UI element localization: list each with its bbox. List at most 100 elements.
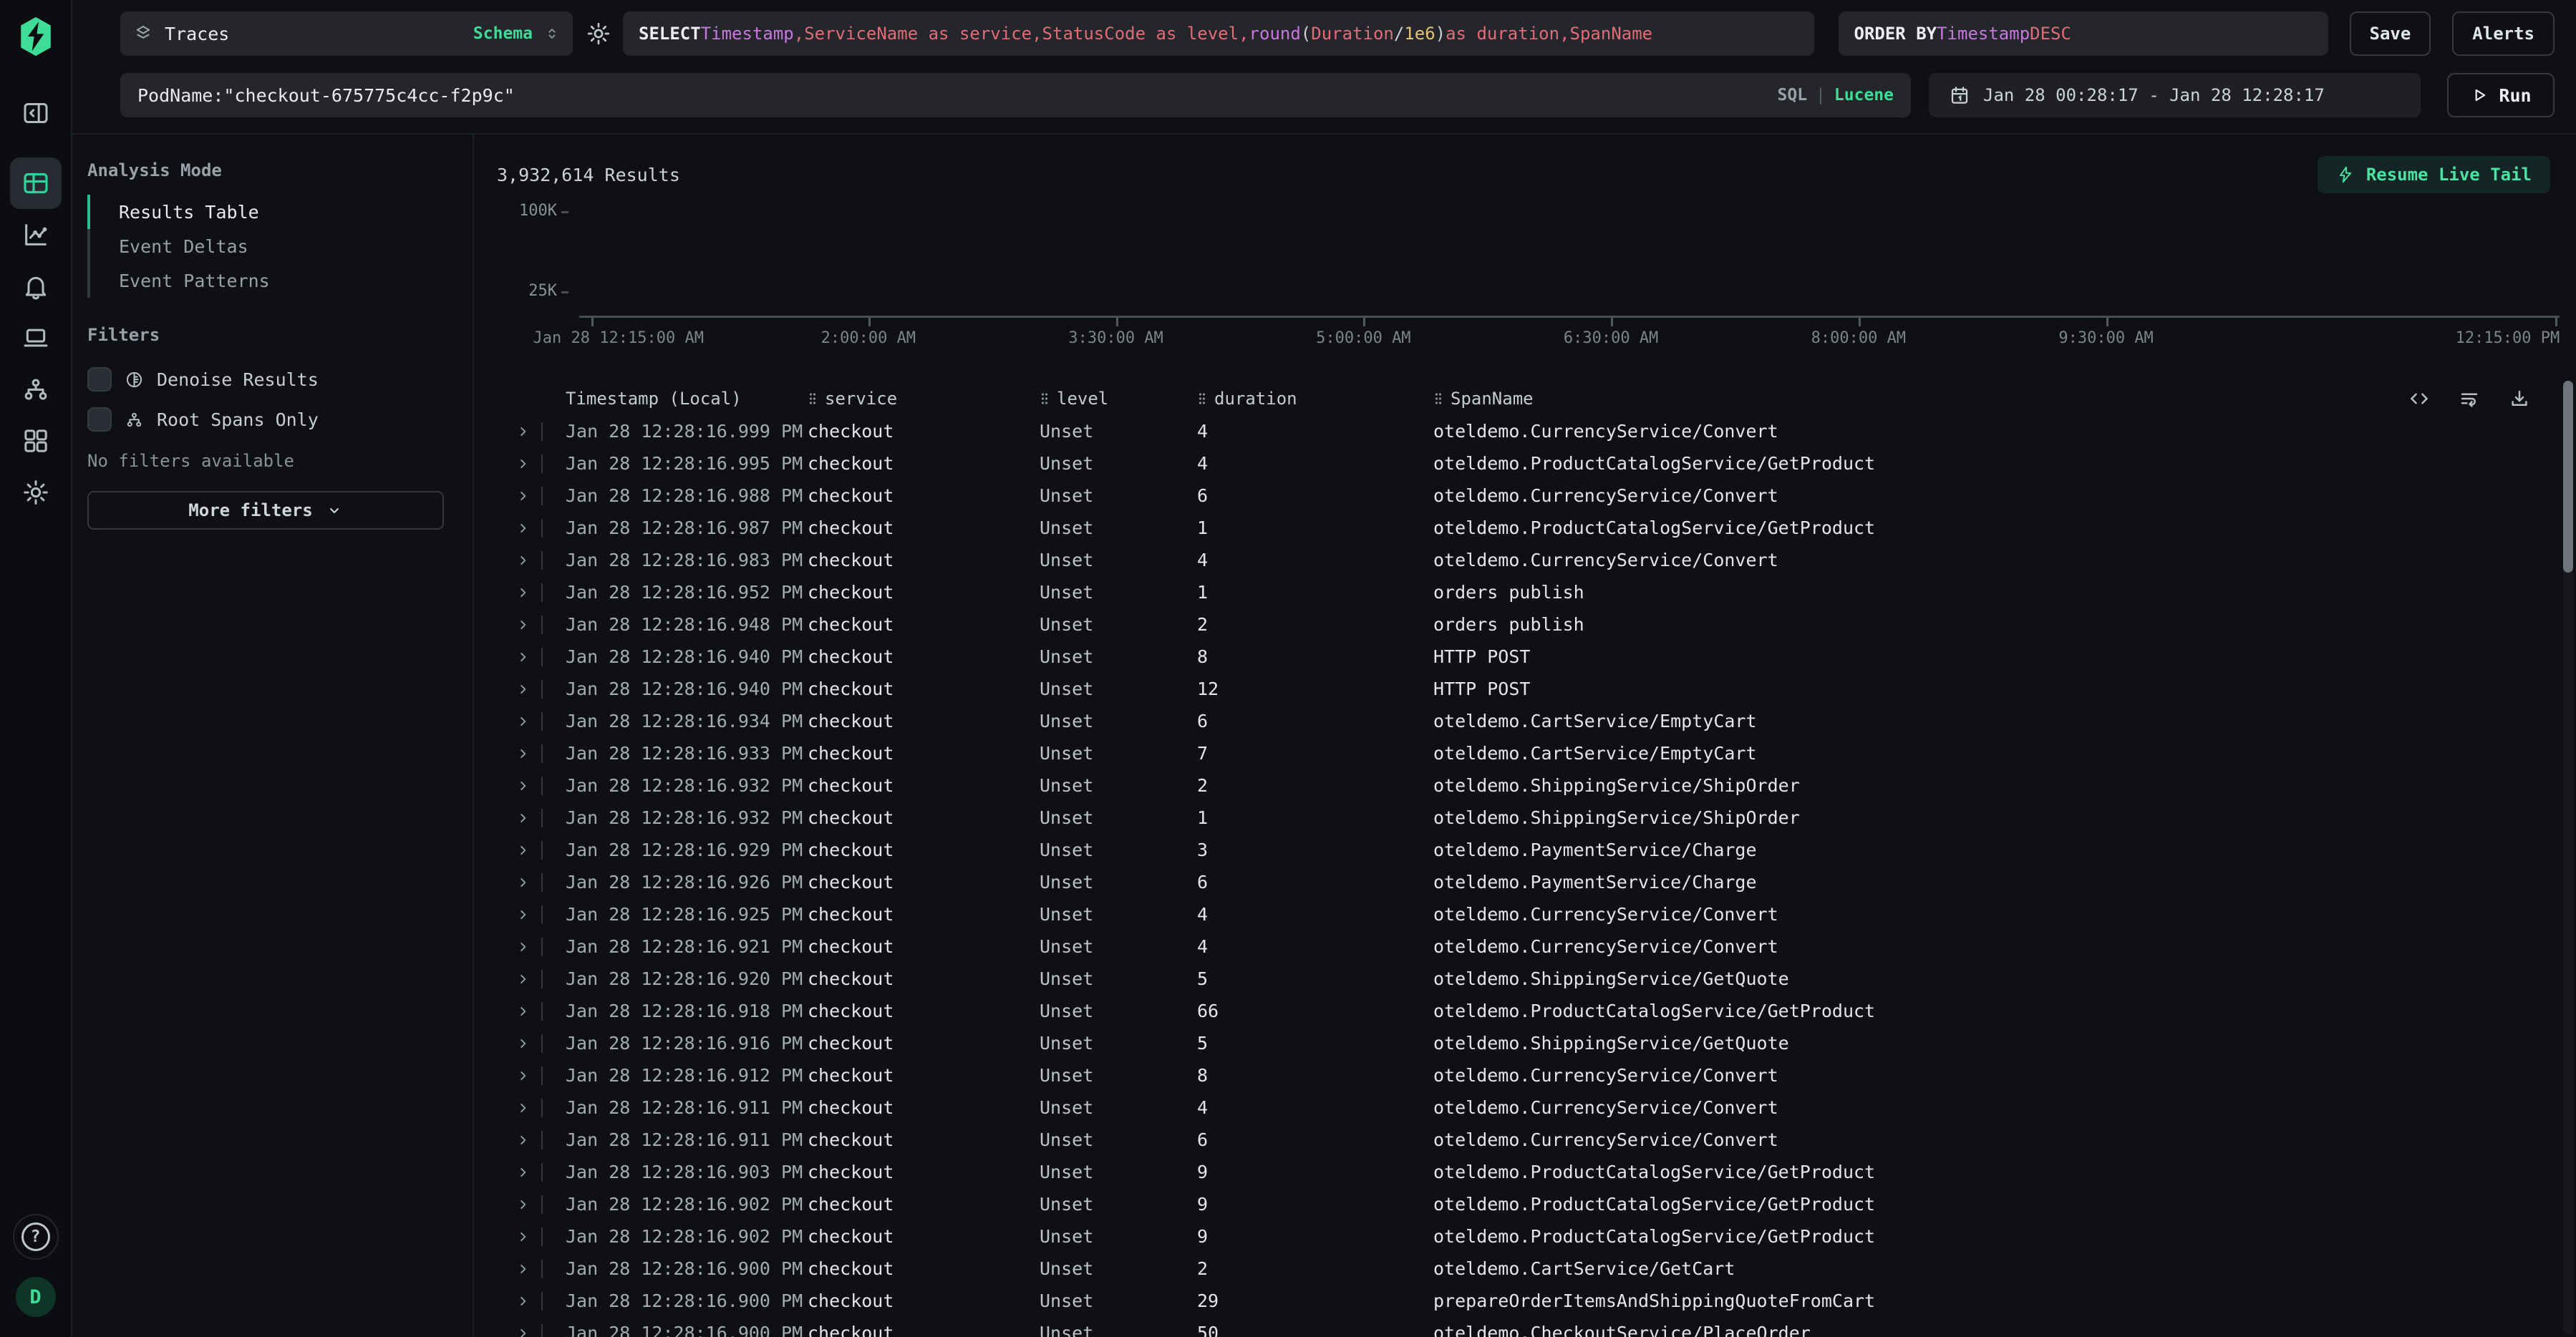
mode-results-table[interactable]: Results Table bbox=[87, 195, 444, 229]
table-row[interactable]: Jan 28 12:28:16.900 PMcheckoutUnset50ote… bbox=[497, 1317, 2576, 1337]
table-row[interactable]: Jan 28 12:28:16.926 PMcheckoutUnset6otel… bbox=[497, 866, 2576, 898]
header-service[interactable]: service bbox=[808, 389, 1040, 409]
table-row[interactable]: Jan 28 12:28:16.933 PMcheckoutUnset7otel… bbox=[497, 737, 2576, 769]
nav-client-sessions[interactable] bbox=[10, 312, 62, 364]
filter-root-spans-only[interactable]: Root Spans Only bbox=[87, 399, 444, 439]
table-row[interactable]: Jan 28 12:28:16.940 PMcheckoutUnset8HTTP… bbox=[497, 641, 2576, 673]
nav-alerts[interactable] bbox=[10, 261, 62, 312]
expand-row-button[interactable] bbox=[515, 551, 566, 570]
expand-row-button[interactable] bbox=[515, 1066, 566, 1085]
expand-row-button[interactable] bbox=[515, 1260, 566, 1278]
table-row[interactable]: Jan 28 12:28:16.911 PMcheckoutUnset6otel… bbox=[497, 1124, 2576, 1156]
header-timestamp[interactable]: Timestamp (Local) bbox=[566, 389, 808, 409]
expand-row-button[interactable] bbox=[515, 1034, 566, 1053]
user-avatar[interactable]: D bbox=[16, 1277, 56, 1317]
expand-row-button[interactable] bbox=[515, 970, 566, 988]
save-button[interactable]: Save bbox=[2350, 11, 2431, 56]
expand-row-button[interactable] bbox=[515, 1002, 566, 1021]
table-row[interactable]: Jan 28 12:28:16.929 PMcheckoutUnset3otel… bbox=[497, 834, 2576, 866]
more-filters-button[interactable]: More filters bbox=[87, 491, 444, 530]
expand-row-button[interactable] bbox=[515, 1099, 566, 1117]
expand-row-button[interactable] bbox=[515, 487, 566, 505]
order-by-input[interactable]: ORDER BY Timestamp DESC bbox=[1839, 11, 2328, 56]
expand-row-button[interactable] bbox=[515, 583, 566, 602]
scrollbar-thumb[interactable] bbox=[2563, 381, 2573, 573]
table-row[interactable]: Jan 28 12:28:16.987 PMcheckoutUnset1otel… bbox=[497, 512, 2576, 544]
nav-search-results[interactable] bbox=[10, 157, 62, 209]
table-row[interactable]: Jan 28 12:28:16.940 PMcheckoutUnset12HTT… bbox=[497, 673, 2576, 705]
expand-row-button[interactable] bbox=[515, 1163, 566, 1182]
search-input[interactable]: PodName:"checkout-675775c4cc-f2p9c" SQL|… bbox=[120, 73, 1911, 117]
expand-row-button[interactable] bbox=[515, 938, 566, 956]
table-row[interactable]: Jan 28 12:28:16.983 PMcheckoutUnset4otel… bbox=[497, 544, 2576, 576]
table-row[interactable]: Jan 28 12:28:16.902 PMcheckoutUnset9otel… bbox=[497, 1188, 2576, 1220]
mode-event-patterns[interactable]: Event Patterns bbox=[87, 263, 444, 298]
time-range-picker[interactable]: Jan 28 00:28:17 - Jan 28 12:28:17 bbox=[1929, 73, 2421, 117]
table-row[interactable]: Jan 28 12:28:16.932 PMcheckoutUnset1otel… bbox=[497, 802, 2576, 834]
nav-services[interactable] bbox=[10, 364, 62, 415]
alerts-button[interactable]: Alerts bbox=[2452, 11, 2555, 56]
view-source-button[interactable] bbox=[2408, 388, 2430, 409]
table-row[interactable]: Jan 28 12:28:16.903 PMcheckoutUnset9otel… bbox=[497, 1156, 2576, 1188]
expand-row-button[interactable] bbox=[515, 905, 566, 924]
denoise-checkbox[interactable] bbox=[87, 367, 112, 392]
expand-row-button[interactable] bbox=[515, 454, 566, 473]
table-row[interactable]: Jan 28 12:28:16.900 PMcheckoutUnset29pre… bbox=[497, 1285, 2576, 1317]
nav-dashboards[interactable] bbox=[10, 415, 62, 467]
table-row[interactable]: Jan 28 12:28:16.920 PMcheckoutUnset5otel… bbox=[497, 963, 2576, 995]
expand-row-button[interactable] bbox=[515, 519, 566, 538]
hyperdx-logo-icon[interactable] bbox=[15, 16, 57, 57]
table-row[interactable]: Jan 28 12:28:16.900 PMcheckoutUnset2otel… bbox=[497, 1253, 2576, 1285]
resume-live-tail-button[interactable]: Resume Live Tail bbox=[2318, 156, 2550, 193]
lang-lucene-option[interactable]: Lucene bbox=[1834, 86, 1894, 104]
nav-chart-explorer[interactable] bbox=[10, 209, 62, 261]
table-row[interactable]: Jan 28 12:28:16.952 PMcheckoutUnset1orde… bbox=[497, 576, 2576, 608]
header-spanname[interactable]: SpanName bbox=[1433, 389, 2483, 409]
table-row[interactable]: Jan 28 12:28:16.916 PMcheckoutUnset5otel… bbox=[497, 1027, 2576, 1059]
lang-sql-option[interactable]: SQL bbox=[1778, 86, 1808, 104]
expand-row-button[interactable] bbox=[515, 841, 566, 860]
table-row[interactable]: Jan 28 12:28:16.925 PMcheckoutUnset4otel… bbox=[497, 898, 2576, 930]
expand-row-button[interactable] bbox=[515, 1227, 566, 1246]
expand-row-button[interactable] bbox=[515, 744, 566, 763]
table-row[interactable]: Jan 28 12:28:16.902 PMcheckoutUnset9otel… bbox=[497, 1220, 2576, 1253]
query-language-toggle[interactable]: SQL|Lucene bbox=[1778, 86, 1894, 104]
scrollbar-track[interactable] bbox=[2563, 381, 2573, 1334]
table-row[interactable]: Jan 28 12:28:16.912 PMcheckoutUnset8otel… bbox=[497, 1059, 2576, 1092]
expand-row-button[interactable] bbox=[515, 1195, 566, 1214]
table-row[interactable]: Jan 28 12:28:16.932 PMcheckoutUnset2otel… bbox=[497, 769, 2576, 802]
download-button[interactable] bbox=[2509, 388, 2530, 409]
expand-row-button[interactable] bbox=[515, 873, 566, 892]
header-level[interactable]: level bbox=[1040, 389, 1197, 409]
mode-event-deltas[interactable]: Event Deltas bbox=[87, 229, 444, 263]
expand-row-button[interactable] bbox=[515, 712, 566, 731]
expand-row-button[interactable] bbox=[515, 1131, 566, 1149]
filter-denoise-results[interactable]: Denoise Results bbox=[87, 359, 444, 399]
table-row[interactable]: Jan 28 12:28:16.918 PMcheckoutUnset66ote… bbox=[497, 995, 2576, 1027]
table-row[interactable]: Jan 28 12:28:16.921 PMcheckoutUnset4otel… bbox=[497, 930, 2576, 963]
table-row[interactable]: Jan 28 12:28:16.934 PMcheckoutUnset6otel… bbox=[497, 705, 2576, 737]
run-button[interactable]: Run bbox=[2447, 73, 2555, 117]
collapse-sidebar-button[interactable] bbox=[10, 87, 62, 139]
expand-row-button[interactable] bbox=[515, 422, 566, 441]
source-selector[interactable]: Traces Schema bbox=[120, 11, 573, 56]
select-query-input[interactable]: SELECT Timestamp, ServiceName as service… bbox=[623, 11, 1814, 56]
table-row[interactable]: Jan 28 12:28:16.911 PMcheckoutUnset4otel… bbox=[497, 1092, 2576, 1124]
table-row[interactable]: Jan 28 12:28:16.999 PMcheckoutUnset4otel… bbox=[497, 415, 2576, 447]
root-spans-checkbox[interactable] bbox=[87, 407, 112, 432]
expand-row-button[interactable] bbox=[515, 1292, 566, 1311]
nav-team-settings[interactable] bbox=[10, 467, 62, 518]
source-settings-button[interactable] bbox=[586, 21, 611, 47]
wrap-text-button[interactable] bbox=[2459, 388, 2480, 409]
table-row[interactable]: Jan 28 12:28:16.995 PMcheckoutUnset4otel… bbox=[497, 447, 2576, 480]
expand-row-button[interactable] bbox=[515, 1324, 566, 1337]
expand-row-button[interactable] bbox=[515, 680, 566, 699]
header-duration[interactable]: duration bbox=[1197, 389, 1433, 409]
table-row[interactable]: Jan 28 12:28:16.948 PMcheckoutUnset2orde… bbox=[497, 608, 2576, 641]
expand-row-button[interactable] bbox=[515, 648, 566, 666]
expand-row-button[interactable] bbox=[515, 809, 566, 827]
expand-row-button[interactable] bbox=[515, 616, 566, 634]
table-row[interactable]: Jan 28 12:28:16.988 PMcheckoutUnset6otel… bbox=[497, 480, 2576, 512]
expand-row-button[interactable] bbox=[515, 777, 566, 795]
help-button[interactable]: ? bbox=[13, 1214, 59, 1260]
